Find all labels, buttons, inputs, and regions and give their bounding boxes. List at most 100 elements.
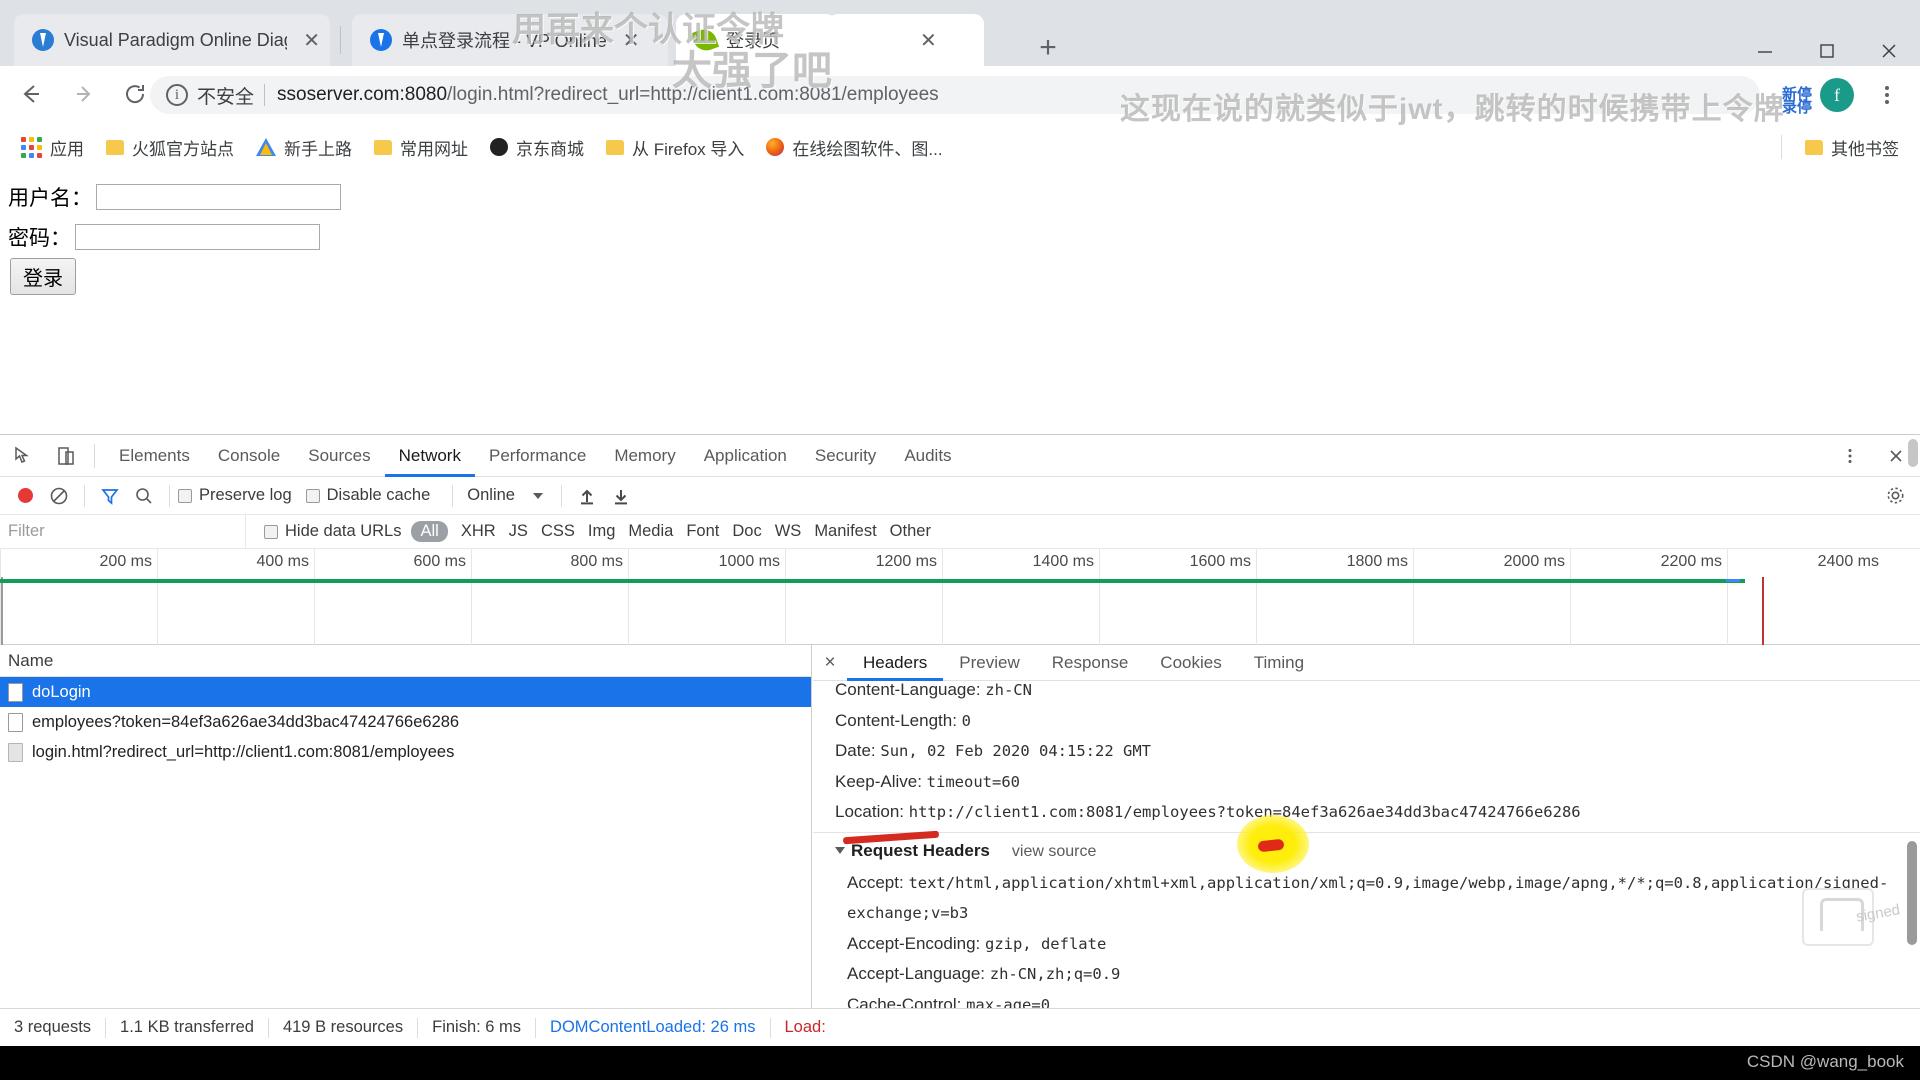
- bookmark-beginner[interactable]: 新手上路: [245, 130, 363, 164]
- overview-tick-label: 1600 ms: [1189, 553, 1251, 570]
- header-line: Content-Length: 0: [835, 706, 1920, 737]
- username-input[interactable]: [96, 184, 341, 210]
- header-line: Keep-Alive: timeout=60: [835, 767, 1920, 798]
- forward-arrow-icon[interactable]: [62, 73, 104, 115]
- browser-tab-3[interactable]: 登录页: [676, 14, 836, 66]
- header-line: Content-Language: zh-CN: [835, 675, 1920, 706]
- network-overview-timeline[interactable]: 200 ms 400 ms 600 ms 800 ms 1000 ms 1200…: [0, 549, 1920, 645]
- filter-funnel-icon[interactable]: [93, 479, 127, 513]
- inspect-element-icon[interactable]: [6, 438, 42, 474]
- bookmark-apps[interactable]: 应用: [10, 130, 95, 164]
- devtools-tab-elements[interactable]: Elements: [105, 435, 204, 477]
- address-bar[interactable]: i 不安全 ssoserver.com:8080/login.html?redi…: [150, 76, 1760, 114]
- chrome-menu-icon[interactable]: [1868, 76, 1906, 114]
- browser-tab-1-label: Visual Paradigm Online Diagra: [64, 29, 288, 50]
- password-row: 密码：: [8, 212, 1920, 252]
- devtools-tab-application[interactable]: Application: [690, 435, 801, 477]
- header-value: timeout=60: [926, 772, 1020, 791]
- back-arrow-icon[interactable]: [10, 73, 52, 115]
- record-button[interactable]: [8, 479, 42, 513]
- filter-input[interactable]: Filter: [0, 515, 246, 548]
- filter-type-all[interactable]: All: [411, 521, 448, 542]
- filter-type-manifest[interactable]: Manifest: [814, 522, 876, 541]
- export-har-icon[interactable]: [604, 479, 638, 513]
- csdn-watermark: CSDN @wang_book: [1746, 1052, 1904, 1071]
- filter-type-media[interactable]: Media: [628, 522, 673, 541]
- column-header-name: Name: [8, 650, 54, 670]
- search-icon[interactable]: [127, 479, 161, 513]
- overview-tick-label: 600 ms: [413, 553, 466, 570]
- view-source-link[interactable]: view source: [1012, 843, 1096, 860]
- bookmark-beginner-label: 新手上路: [284, 139, 352, 159]
- document-icon: [8, 712, 23, 732]
- devtools-tab-network[interactable]: Network: [385, 435, 475, 477]
- more-vertical-icon[interactable]: [1832, 438, 1868, 474]
- request-list-header[interactable]: Name: [0, 645, 811, 677]
- login-button[interactable]: 登录: [10, 258, 76, 295]
- chevron-down-icon[interactable]: [835, 846, 845, 854]
- table-row[interactable]: doLogin: [0, 677, 811, 707]
- hide-data-urls-checkbox[interactable]: [264, 524, 278, 539]
- detail-scrollbar[interactable]: [1907, 841, 1917, 945]
- password-input[interactable]: [75, 224, 320, 250]
- devtools-tab-audits[interactable]: Audits: [890, 435, 965, 477]
- header-line: Accept: text/html,application/xhtml+xml,…: [835, 868, 1920, 899]
- devtools-tab-sources[interactable]: Sources: [294, 435, 384, 477]
- browser-tab-2-close-icon[interactable]: ✕: [623, 28, 640, 53]
- filter-type-css[interactable]: CSS: [541, 522, 575, 541]
- document-gray-icon: [8, 742, 23, 762]
- bookmark-jd[interactable]: 京东商城: [479, 130, 595, 164]
- header-line-location: Location: http://client1.com:8081/employ…: [835, 797, 1920, 828]
- clear-button[interactable]: [42, 479, 76, 513]
- header-name: Accept-Language:: [847, 964, 985, 983]
- devtools-tab-performance[interactable]: Performance: [475, 435, 600, 477]
- bookmark-other[interactable]: 其他书签: [1794, 130, 1910, 164]
- filter-type-img[interactable]: Img: [588, 522, 616, 541]
- filter-type-xhr[interactable]: XHR: [461, 522, 496, 541]
- new-tab-button[interactable]: +: [1028, 28, 1068, 68]
- status-load: Load:: [784, 1018, 826, 1036]
- browser-tab-1[interactable]: Visual Paradigm Online Diagra ✕: [14, 14, 330, 66]
- browser-tab-2[interactable]: 单点登录流程 - VP Online ✕: [352, 14, 668, 66]
- bookmark-import-firefox[interactable]: 从 Firefox 导入: [595, 130, 755, 164]
- profile-avatar[interactable]: f: [1820, 78, 1854, 112]
- status-finish: Finish: 6 ms: [432, 1018, 522, 1036]
- header-line: Accept-Encoding: gzip, deflate: [835, 929, 1920, 960]
- header-line: Accept-Language: zh-CN,zh;q=0.9: [835, 959, 1920, 990]
- devtools-panel: Elements Console Sources Network Perform…: [0, 434, 1920, 1046]
- folder-icon: [606, 139, 624, 155]
- browser-tab-3-close-icon[interactable]: ✕: [920, 28, 937, 53]
- preserve-log-checkbox[interactable]: [178, 488, 192, 503]
- info-circle-icon[interactable]: i: [166, 84, 188, 106]
- folder-icon: [1805, 139, 1823, 155]
- overview-tick: 2200 ms: [1570, 549, 1727, 645]
- devtools-settings-gear-icon[interactable]: [1878, 479, 1912, 513]
- throttling-select-label[interactable]: Online: [467, 486, 515, 505]
- request-name: doLogin: [32, 682, 91, 701]
- bookmark-common-sites[interactable]: 常用网址: [363, 130, 479, 164]
- devtools-tab-security[interactable]: Security: [801, 435, 890, 477]
- import-har-icon[interactable]: [570, 479, 604, 513]
- device-toolbar-icon[interactable]: [48, 438, 84, 474]
- table-row[interactable]: login.html?redirect_url=http://client1.c…: [0, 737, 811, 767]
- filter-type-ws[interactable]: WS: [775, 522, 802, 541]
- status-resources: 419 B resources: [282, 1018, 404, 1036]
- devtools-scrollbar[interactable]: [1908, 439, 1918, 467]
- filter-type-font[interactable]: Font: [686, 522, 719, 541]
- request-headers-section[interactable]: Request Headers view source: [835, 835, 1920, 868]
- chevron-down-icon[interactable]: [532, 492, 543, 499]
- disable-cache-checkbox[interactable]: [305, 488, 320, 503]
- table-row[interactable]: employees?token=84ef3a626ae34dd3bac47424…: [0, 707, 811, 737]
- bookmark-drawing-tools[interactable]: 在线绘图软件、图...: [755, 130, 953, 164]
- filter-type-js[interactable]: JS: [509, 522, 528, 541]
- header-value: zh-CN: [985, 681, 1032, 699]
- headers-body: Content-Language: zh-CN Content-Length: …: [813, 671, 1920, 1009]
- filter-type-other[interactable]: Other: [890, 522, 931, 541]
- devtools-tab-console[interactable]: Console: [204, 435, 294, 477]
- filter-type-doc[interactable]: Doc: [732, 522, 761, 541]
- overview-tick: 600 ms: [314, 549, 471, 645]
- devtools-tab-memory[interactable]: Memory: [600, 435, 689, 477]
- bookmark-firefox-site[interactable]: 火狐官方站点: [95, 130, 245, 164]
- status-requests: 3 requests: [14, 1018, 92, 1036]
- browser-tab-1-close-icon[interactable]: ✕: [303, 28, 320, 53]
